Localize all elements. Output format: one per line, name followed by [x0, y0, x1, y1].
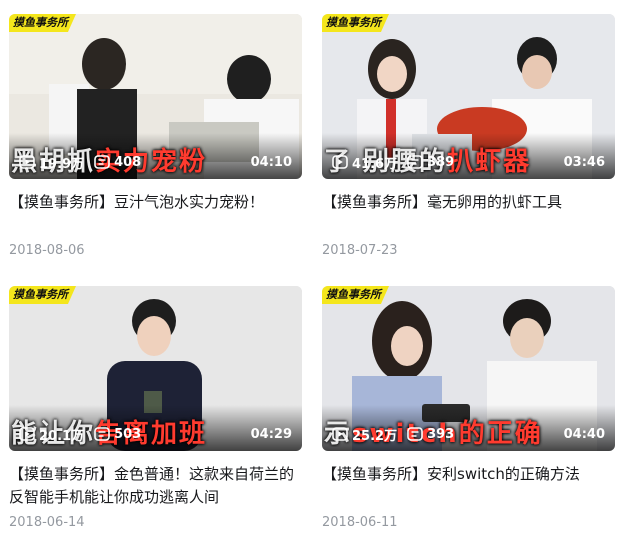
- video-card[interactable]: 摸鱼事务所 了 别腰的扒虾器 41.6万 389 03:46 【摸鱼事务所】毫无…: [322, 14, 615, 237]
- video-card[interactable]: 摸鱼事务所 黑胡抓实力宠粉 19.9万 408 04:10 【摸鱼事务所】豆汁气…: [9, 14, 302, 237]
- video-stats: 41.6万 389 03:46: [332, 152, 605, 172]
- play-icon: [332, 427, 348, 441]
- view-count: 20.1万: [19, 425, 84, 444]
- video-duration: 04:40: [563, 426, 605, 442]
- publish-date: 2018-06-14: [9, 515, 85, 530]
- danmaku-icon: [94, 155, 110, 169]
- publish-date: 2018-06-11: [322, 515, 398, 530]
- video-duration: 04:10: [250, 154, 292, 170]
- video-thumbnail[interactable]: 摸鱼事务所 了 别腰的扒虾器 41.6万 389 03:46: [322, 14, 615, 179]
- video-thumbnail[interactable]: 摸鱼事务所 黑胡抓实力宠粉 19.9万 408 04:10: [9, 14, 302, 179]
- video-card[interactable]: 摸鱼事务所 示switch的正确 25.2万 393 04:40 【摸鱼事务所】…: [322, 286, 615, 509]
- video-title[interactable]: 【摸鱼事务所】安利switch的正确方法: [322, 463, 615, 509]
- danmaku-count: 393: [407, 427, 454, 442]
- play-icon: [332, 155, 348, 169]
- danmaku-icon: [94, 427, 110, 441]
- video-title[interactable]: 【摸鱼事务所】毫无卵用的扒虾工具: [322, 191, 615, 237]
- danmaku-icon: [407, 427, 423, 441]
- video-duration: 04:29: [250, 426, 292, 442]
- publish-date: 2018-08-06: [9, 243, 85, 258]
- brand-tag: 摸鱼事务所: [322, 14, 389, 32]
- video-title[interactable]: 【摸鱼事务所】豆汁气泡水实力宠粉！: [9, 191, 302, 237]
- video-stats: 25.2万 393 04:40: [332, 424, 605, 444]
- brand-tag: 摸鱼事务所: [9, 14, 76, 32]
- video-card[interactable]: 摸鱼事务所 能让你告离加班 20.1万 503 04:29 【摸鱼事务所】金色普…: [9, 286, 302, 509]
- play-icon: [19, 427, 35, 441]
- danmaku-count: 408: [94, 155, 141, 170]
- brand-tag: 摸鱼事务所: [322, 286, 389, 304]
- view-count: 19.9万: [19, 153, 84, 172]
- video-duration: 03:46: [563, 154, 605, 170]
- view-count: 41.6万: [332, 153, 397, 172]
- view-count: 25.2万: [332, 425, 397, 444]
- danmaku-icon: [407, 155, 423, 169]
- video-thumbnail[interactable]: 摸鱼事务所 示switch的正确 25.2万 393 04:40: [322, 286, 615, 451]
- publish-date: 2018-07-23: [322, 243, 398, 258]
- video-thumbnail[interactable]: 摸鱼事务所 能让你告离加班 20.1万 503 04:29: [9, 286, 302, 451]
- video-title[interactable]: 【摸鱼事务所】金色普通！这款来自荷兰的反智能手机能让你成功逃离人间: [9, 463, 302, 509]
- brand-tag: 摸鱼事务所: [9, 286, 76, 304]
- danmaku-count: 503: [94, 427, 141, 442]
- danmaku-count: 389: [407, 155, 454, 170]
- play-icon: [19, 155, 35, 169]
- video-stats: 19.9万 408 04:10: [19, 152, 292, 172]
- video-stats: 20.1万 503 04:29: [19, 424, 292, 444]
